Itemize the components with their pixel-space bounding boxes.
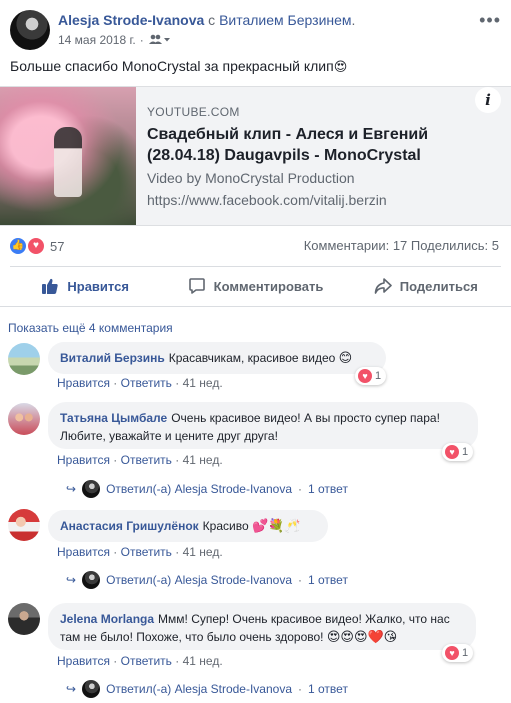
comment-emoji: 💕💐🥂 bbox=[251, 518, 301, 533]
video-thumbnail[interactable] bbox=[0, 87, 136, 225]
link-preview-card[interactable]: YOUTUBE.COM Свадебный клип - Алеся и Евг… bbox=[0, 86, 511, 226]
commenter-name[interactable]: Виталий Берзинь bbox=[60, 351, 165, 365]
comment-like-link[interactable]: Нравится bbox=[57, 545, 110, 559]
comment-like-link[interactable]: Нравится bbox=[57, 376, 110, 390]
comment-icon bbox=[188, 278, 205, 294]
action-bar: Нравится Комментировать Поделиться bbox=[0, 267, 511, 305]
commenter-avatar[interactable] bbox=[8, 509, 40, 541]
comment-reactions[interactable]: ♥ 1 bbox=[442, 443, 474, 461]
card-source: YOUTUBE.COM bbox=[147, 105, 240, 119]
post-message: Больше спасибо MonoCrystal за прекрасный… bbox=[10, 58, 334, 74]
tagged-person[interactable]: Виталием Берзинем bbox=[219, 12, 351, 28]
comment-meta: Нравится · Ответить · 41 нед. bbox=[57, 654, 223, 668]
comment-emoji: 😍😍😍❤️😘 bbox=[326, 629, 398, 644]
comment-time[interactable]: 41 нед. bbox=[183, 654, 223, 668]
comment-reactions[interactable]: ♥ 1 bbox=[355, 367, 387, 385]
post-date[interactable]: 14 мая 2018 г. bbox=[58, 33, 136, 47]
like-label: Нравится bbox=[67, 278, 129, 294]
replies-by[interactable]: Ответил(-а) Alesja Strode-Ivanova bbox=[106, 573, 292, 587]
reaction-summary[interactable]: 👍 ♥ 57 bbox=[10, 237, 64, 255]
comment-bubble: Jelena Morlanga Ммм! Супер! Очень красиво… bbox=[48, 603, 476, 650]
reply-avatar bbox=[82, 571, 101, 589]
commenter-avatar[interactable] bbox=[8, 343, 40, 375]
reaction-count: 1 bbox=[462, 446, 469, 458]
reply-avatar bbox=[82, 680, 101, 698]
replies-by[interactable]: Ответил(-а) Alesja Strode-Ivanova bbox=[106, 482, 292, 496]
commenter-avatar[interactable] bbox=[8, 603, 40, 635]
comment-text: Красавчикам, красивое видео bbox=[168, 351, 336, 365]
post-options-icon[interactable]: ••• bbox=[479, 10, 501, 31]
card-desc-line1: Video by MonoCrystal Production bbox=[147, 170, 355, 186]
reaction-count: 1 bbox=[462, 647, 469, 659]
love-reaction-icon: ♥ bbox=[358, 369, 372, 383]
replies-by[interactable]: Ответил(-а) Alesja Strode-Ivanova bbox=[106, 682, 292, 696]
comment-meta: Нравится · Ответить · 41 нед. bbox=[57, 545, 223, 559]
reaction-count: 57 bbox=[50, 238, 65, 254]
comment-text: Красиво bbox=[202, 519, 249, 533]
comment-time[interactable]: 41 нед. bbox=[183, 376, 223, 390]
comment-like-link[interactable]: Нравится bbox=[57, 453, 110, 467]
love-reaction-icon: ♥ bbox=[445, 646, 459, 660]
comment-meta: Нравится · Ответить · 41 нед. bbox=[57, 453, 223, 467]
love-reaction-icon: ♥ bbox=[445, 445, 459, 459]
divider bbox=[0, 306, 511, 307]
comment-bubble: Анастасия Гришулёнок Красиво 💕💐🥂 bbox=[48, 510, 328, 542]
comment-bubble: Виталий Берзинь Красавчикам, красивое вид… bbox=[48, 342, 386, 374]
reaction-count: 1 bbox=[375, 370, 382, 382]
tagged-suffix: . bbox=[351, 12, 356, 28]
comment-emoji: 😊 bbox=[338, 350, 353, 365]
comment-reply-link[interactable]: Ответить bbox=[121, 453, 172, 467]
comment-like-link[interactable]: Нравится bbox=[57, 654, 110, 668]
reply-arrow-icon: ↪ bbox=[66, 682, 77, 696]
share-label: Поделиться bbox=[399, 278, 478, 294]
author-avatar[interactable] bbox=[10, 10, 50, 50]
thumbnail-figure bbox=[54, 127, 82, 197]
comment-reply-link[interactable]: Ответить bbox=[121, 654, 172, 668]
author-name[interactable]: Alesja Strode-Ivanova bbox=[58, 12, 204, 28]
replies-count[interactable]: 1 ответ bbox=[308, 573, 348, 587]
reply-arrow-icon: ↪ bbox=[66, 573, 77, 587]
thumbs-up-icon bbox=[42, 278, 59, 294]
commenter-name[interactable]: Анастасия Гришулёнок bbox=[60, 519, 199, 533]
comment-time[interactable]: 41 нед. bbox=[183, 545, 223, 559]
post-text: Больше спасибо MonoCrystal за прекрасный… bbox=[10, 58, 347, 75]
comment-reply-link[interactable]: Ответить bbox=[121, 545, 172, 559]
reply-avatar bbox=[82, 480, 101, 498]
post-stats[interactable]: Комментарии: 17 Поделились: 5 bbox=[304, 238, 499, 253]
commenter-name[interactable]: Jelena Morlanga bbox=[60, 612, 154, 626]
replies-count[interactable]: 1 ответ bbox=[308, 482, 348, 496]
commenter-avatar[interactable] bbox=[8, 403, 40, 435]
card-description: Video by MonoCrystal Production https://… bbox=[147, 167, 387, 211]
with-prefix: с bbox=[208, 12, 216, 28]
comment-reply-link[interactable]: Ответить bbox=[121, 376, 172, 390]
comment-button[interactable]: Комментировать bbox=[170, 267, 340, 305]
reply-arrow-icon: ↪ bbox=[66, 482, 77, 496]
replies-link[interactable]: ↪ Ответил(-а) Alesja Strode-Ivanova · 1 … bbox=[66, 571, 348, 589]
comment-meta: Нравится · Ответить · 41 нед. bbox=[57, 376, 223, 390]
show-more-comments-link[interactable]: Показать ещё 4 комментария bbox=[8, 321, 173, 335]
comment-reactions[interactable]: ♥ 1 bbox=[442, 644, 474, 662]
like-reaction-icon: 👍 bbox=[10, 238, 26, 254]
share-icon bbox=[374, 278, 392, 294]
post-meta: 14 мая 2018 г. · bbox=[58, 33, 170, 47]
replies-link[interactable]: ↪ Ответил(-а) Alesja Strode-Ivanova · 1 … bbox=[66, 680, 348, 698]
commenter-name[interactable]: Татьяна Цымбале bbox=[60, 411, 167, 425]
post-header: Alesja Strode-Ivanova с Виталием Берзине… bbox=[58, 12, 355, 28]
share-button[interactable]: Поделиться bbox=[341, 267, 511, 305]
info-icon[interactable]: i bbox=[475, 87, 501, 113]
card-desc-line2: https://www.facebook.com/vitalij.berzin bbox=[147, 192, 387, 208]
like-button[interactable]: Нравится bbox=[0, 267, 170, 305]
comment-time[interactable]: 41 нед. bbox=[183, 453, 223, 467]
love-reaction-icon: ♥ bbox=[27, 237, 45, 255]
replies-count[interactable]: 1 ответ bbox=[308, 682, 348, 696]
comment-bubble: Татьяна Цымбале Очень красивое видео! А в… bbox=[48, 402, 478, 449]
replies-link[interactable]: ↪ Ответил(-а) Alesja Strode-Ivanova · 1 … bbox=[66, 480, 348, 498]
comment-label: Комментировать bbox=[213, 278, 324, 294]
friends-icon[interactable] bbox=[148, 34, 170, 46]
post-emoji: 😍 bbox=[333, 59, 348, 74]
card-title[interactable]: Свадебный клип - Алеся и Евгений (28.04.… bbox=[147, 124, 447, 166]
